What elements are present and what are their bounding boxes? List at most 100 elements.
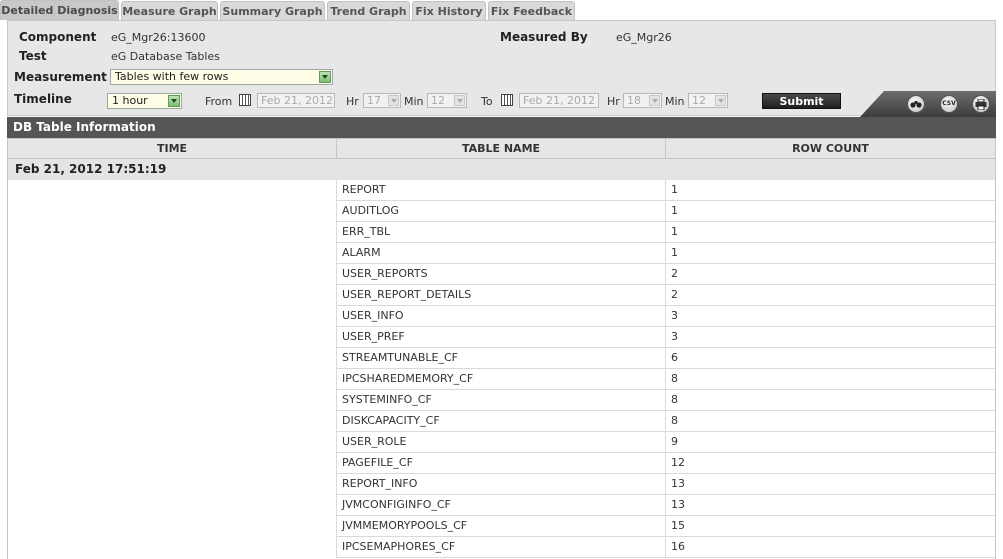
row-count-cell: 1: [665, 180, 996, 201]
timeline-label: Timeline: [14, 92, 72, 106]
row-count-cell: 1: [665, 222, 996, 243]
time-group-row: Feb 21, 2012 17:51:19: [7, 159, 996, 180]
time-cell: [7, 306, 336, 327]
to-hr-label: Hr: [607, 95, 620, 108]
time-cell: [7, 264, 336, 285]
table-name-cell: IPCSEMAPHORES_CF: [336, 537, 665, 558]
row-count-cell: 3: [665, 327, 996, 348]
test-value: eG Database Tables: [111, 50, 220, 63]
table-row: JVMMEMORYPOOLS_CF 15: [7, 516, 996, 537]
row-count-cell: 2: [665, 264, 996, 285]
table-row: PAGEFILE_CF 12: [7, 453, 996, 474]
row-count-cell: 13: [665, 495, 996, 516]
table-name-cell: JVMCONFIGINFO_CF: [336, 495, 665, 516]
row-count-cell: 13: [665, 474, 996, 495]
table-name-cell: STREAMTUNABLE_CF: [336, 348, 665, 369]
time-cell: [7, 243, 336, 264]
table-row: IPCSHAREDMEMORY_CF 8: [7, 369, 996, 390]
row-count-cell: 8: [665, 390, 996, 411]
table-name-cell: USER_REPORT_DETAILS: [336, 285, 665, 306]
table-row: USER_REPORTS 2: [7, 264, 996, 285]
print-icon[interactable]: [972, 95, 990, 113]
time-cell: [7, 390, 336, 411]
time-cell: [7, 285, 336, 306]
from-min-select[interactable]: 12: [427, 93, 467, 108]
table-row: USER_PREF 3: [7, 327, 996, 348]
table-name-cell: ERR_TBL: [336, 222, 665, 243]
submit-button[interactable]: Submit: [762, 93, 841, 109]
time-cell: [7, 222, 336, 243]
table-row: STREAMTUNABLE_CF 6: [7, 348, 996, 369]
time-cell: [7, 432, 336, 453]
component-label: Component: [19, 30, 97, 44]
table-row: DISKCAPACITY_CF 8: [7, 411, 996, 432]
csv-export-icon[interactable]: CSV: [940, 95, 958, 113]
component-value: eG_Mgr26:13600: [111, 31, 206, 44]
tab-fix-history[interactable]: Fix History: [412, 1, 486, 20]
binoculars-icon[interactable]: [907, 95, 925, 113]
table-row: USER_REPORT_DETAILS 2: [7, 285, 996, 306]
column-header-row-count[interactable]: ROW COUNT: [665, 138, 996, 159]
time-cell: [7, 474, 336, 495]
table-row: IPCSEMAPHORES_CF 16: [7, 537, 996, 558]
from-label: From: [205, 95, 233, 108]
table-right-border: [995, 138, 996, 559]
tab-trend-graph[interactable]: Trend Graph: [327, 1, 410, 20]
time-cell: [7, 327, 336, 348]
to-min-select[interactable]: 12: [688, 93, 728, 108]
from-date-field[interactable]: Feb 21, 2012: [257, 93, 335, 108]
table-name-cell: SYSTEMINFO_CF: [336, 390, 665, 411]
table-name-cell: DISKCAPACITY_CF: [336, 411, 665, 432]
calendar-icon[interactable]: [239, 94, 251, 106]
row-count-cell: 16: [665, 537, 996, 558]
to-label: To: [481, 95, 493, 108]
chevron-down-icon[interactable]: [388, 95, 399, 106]
export-toolbar: CSV: [860, 91, 996, 117]
row-count-cell: 3: [665, 306, 996, 327]
filter-panel: Component eG_Mgr26:13600 Measured By eG_…: [7, 20, 996, 117]
timeline-select[interactable]: 1 hour: [107, 93, 182, 109]
chevron-down-icon[interactable]: [649, 95, 660, 106]
table-row: SYSTEMINFO_CF 8: [7, 390, 996, 411]
time-cell: [7, 453, 336, 474]
column-header-table-name[interactable]: TABLE NAME: [336, 138, 666, 159]
to-date-field[interactable]: Feb 21, 2012: [519, 93, 599, 108]
table-name-cell: PAGEFILE_CF: [336, 453, 665, 474]
row-count-cell: 8: [665, 411, 996, 432]
table-row: USER_INFO 3: [7, 306, 996, 327]
tab-measure-graph[interactable]: Measure Graph: [121, 1, 218, 20]
tab-bar: Detailed Diagnosis Measure Graph Summary…: [0, 0, 1003, 20]
chevron-down-icon[interactable]: [319, 71, 331, 83]
measured-by-label: Measured By: [500, 30, 588, 44]
row-count-cell: 2: [665, 285, 996, 306]
table-name-cell: USER_PREF: [336, 327, 665, 348]
tab-summary-graph[interactable]: Summary Graph: [220, 1, 325, 20]
timeline-select-value: 1 hour: [112, 94, 148, 107]
chevron-down-icon[interactable]: [454, 95, 465, 106]
calendar-icon[interactable]: [501, 94, 513, 106]
table-row: AUDITLOG 1: [7, 201, 996, 222]
from-hr-select[interactable]: 17: [363, 93, 401, 108]
table-name-cell: ALARM: [336, 243, 665, 264]
row-count-cell: 6: [665, 348, 996, 369]
table-name-cell: REPORT: [336, 180, 665, 201]
time-cell: [7, 537, 336, 558]
table-name-cell: USER_REPORTS: [336, 264, 665, 285]
test-label: Test: [19, 49, 47, 63]
table-name-cell: USER_ROLE: [336, 432, 665, 453]
table-name-cell: IPCSHAREDMEMORY_CF: [336, 369, 665, 390]
to-hr-select[interactable]: 18: [623, 93, 662, 108]
chevron-down-icon[interactable]: [168, 95, 180, 107]
row-count-cell: 1: [665, 243, 996, 264]
row-count-cell: 9: [665, 432, 996, 453]
measurement-select[interactable]: Tables with few rows: [110, 69, 333, 85]
tab-fix-feedback[interactable]: Fix Feedback: [488, 1, 575, 20]
chevron-down-icon[interactable]: [715, 95, 726, 106]
row-count-cell: 15: [665, 516, 996, 537]
table-body: REPORT 1 AUDITLOG 1 ERR_TBL 1 ALARM 1 USER_REPOR…: [7, 180, 996, 558]
time-cell: [7, 348, 336, 369]
column-header-time[interactable]: TIME: [7, 138, 337, 159]
time-cell: [7, 495, 336, 516]
from-hr-value: 17: [367, 94, 381, 107]
tab-detailed-diagnosis[interactable]: Detailed Diagnosis: [0, 0, 119, 20]
